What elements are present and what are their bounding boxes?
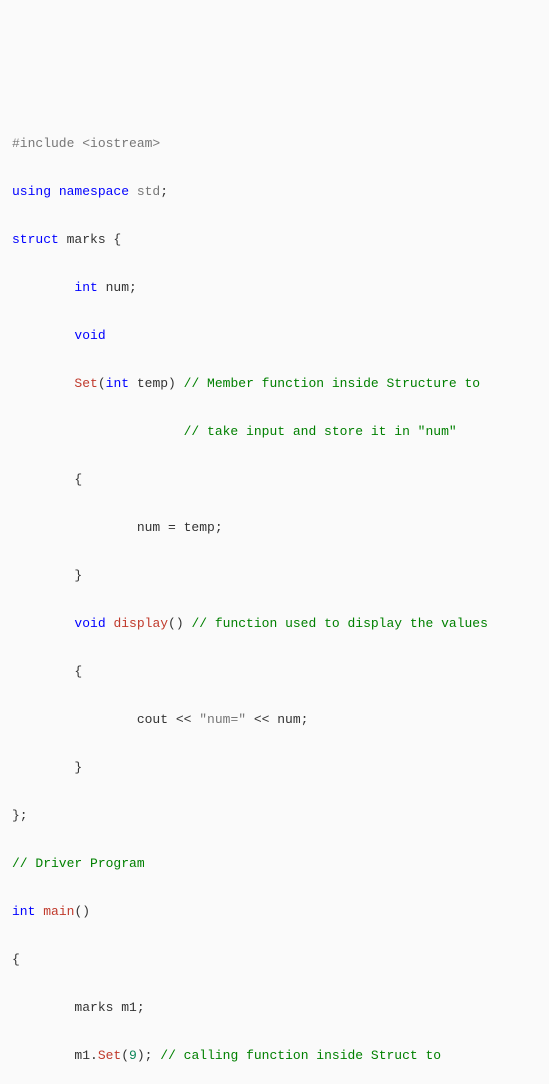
- punct: );: [137, 1048, 160, 1063]
- code-line: struct marks {: [12, 228, 537, 252]
- statement: << num;: [246, 712, 308, 727]
- preprocessor: #include: [12, 136, 74, 151]
- punct: (): [168, 616, 191, 631]
- code-line: {: [12, 948, 537, 972]
- keyword: int: [106, 376, 129, 391]
- code-line: {: [12, 660, 537, 684]
- code-line: Set(int temp) // Member function inside …: [12, 372, 537, 396]
- code-line: void display() // function used to displ…: [12, 612, 537, 636]
- brace: }: [12, 760, 82, 775]
- code-line: num = temp;: [12, 516, 537, 540]
- code-line: // take input and store it in "num": [12, 420, 537, 444]
- brace: }: [12, 568, 82, 583]
- identifier: std: [129, 184, 160, 199]
- comment: // take input and store it in "num": [12, 424, 457, 439]
- code-line: marks m1;: [12, 996, 537, 1020]
- statement: marks m1;: [12, 1000, 145, 1015]
- code-block: #include <iostream> using namespace std;…: [12, 108, 537, 1084]
- space: [106, 616, 114, 631]
- function: Set: [74, 376, 97, 391]
- identifier: num;: [98, 280, 137, 295]
- identifier: temp): [129, 376, 184, 391]
- brace: {: [12, 472, 82, 487]
- keyword: void: [12, 328, 106, 343]
- function: Set: [98, 1048, 121, 1063]
- code-line: cout << "num=" << num;: [12, 708, 537, 732]
- comment: // function used to display the values: [191, 616, 487, 631]
- keyword: void: [12, 616, 106, 631]
- code-line: // Driver Program: [12, 852, 537, 876]
- function: main: [43, 904, 74, 919]
- code-line: #include <iostream>: [12, 132, 537, 156]
- statement: num = temp;: [12, 520, 223, 535]
- keyword: int: [12, 904, 35, 919]
- code-line: }: [12, 756, 537, 780]
- identifier: marks {: [59, 232, 121, 247]
- comment: // calling function inside Struct to: [160, 1048, 441, 1063]
- header: <iostream>: [74, 136, 160, 151]
- punct: (): [74, 904, 90, 919]
- comment: // Member function inside Structure to: [184, 376, 480, 391]
- keyword: using: [12, 184, 51, 199]
- code-line: int num;: [12, 276, 537, 300]
- keyword: namespace: [51, 184, 129, 199]
- punct: ;: [160, 184, 168, 199]
- brace: {: [12, 664, 82, 679]
- number: 9: [129, 1048, 137, 1063]
- statement: cout <<: [12, 712, 199, 727]
- code-line: using namespace std;: [12, 180, 537, 204]
- function: display: [113, 616, 168, 631]
- comment: // Driver Program: [12, 856, 145, 871]
- code-line: int main(): [12, 900, 537, 924]
- code-line: void: [12, 324, 537, 348]
- space: [35, 904, 43, 919]
- keyword: int: [12, 280, 98, 295]
- punct: (: [121, 1048, 129, 1063]
- code-line: m1.Set(9); // calling function inside St…: [12, 1044, 537, 1068]
- string: "num=": [199, 712, 246, 727]
- pad: [12, 376, 74, 391]
- code-line: }: [12, 564, 537, 588]
- keyword: struct: [12, 232, 59, 247]
- code-line: {: [12, 468, 537, 492]
- punct: (: [98, 376, 106, 391]
- brace: {: [12, 952, 20, 967]
- brace: };: [12, 808, 28, 823]
- code-line: };: [12, 804, 537, 828]
- statement: m1.: [12, 1048, 98, 1063]
